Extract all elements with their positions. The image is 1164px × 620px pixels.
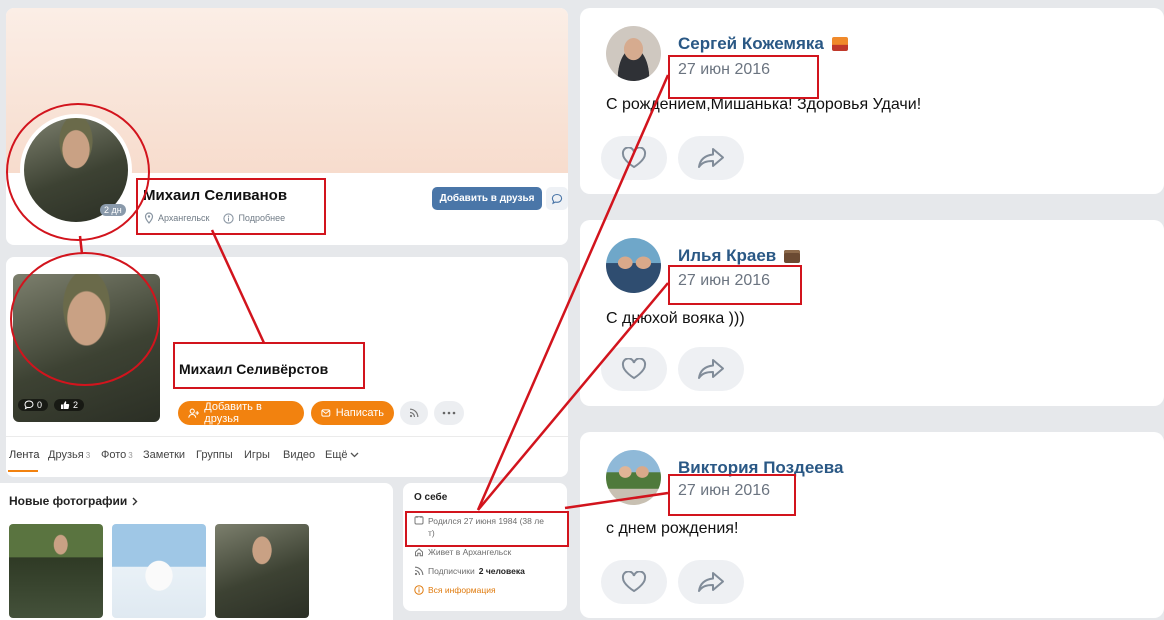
new-photos-title[interactable]: Новые фотографии — [9, 494, 138, 508]
like-button[interactable] — [601, 347, 667, 391]
about-subscribers[interactable]: Подписчики 2 человека — [414, 566, 525, 576]
heart-icon — [621, 147, 647, 169]
tab-photos[interactable]: Фото 3 — [101, 449, 133, 461]
photo-thumb-3[interactable] — [215, 524, 309, 618]
comment-author-name[interactable]: Сергей Кожемяка — [678, 34, 848, 54]
annotation-box-date-3 — [668, 474, 796, 516]
ok-avatar-stats: 0 2 — [18, 399, 85, 411]
about-lives-text: Живет в Архангельск — [428, 547, 512, 557]
ok-likes-count: 2 — [73, 400, 79, 410]
about-all-info-text: Вся информация — [428, 585, 496, 595]
comment-author-avatar[interactable] — [606, 238, 661, 293]
ok-comments-count: 0 — [37, 400, 43, 410]
comment-text: С днюхой вояка ))) — [606, 310, 745, 327]
comment-text: с днем рождения! — [606, 520, 739, 537]
new-photos-title-text: Новые фотографии — [9, 494, 128, 508]
tab-video-label: Видео — [283, 449, 316, 461]
chevron-right-icon — [132, 497, 138, 505]
tab-video[interactable]: Видео — [283, 449, 315, 461]
briefcase-emoji-icon — [784, 249, 801, 263]
tab-groups-label: Группы — [196, 449, 233, 461]
share-button[interactable] — [678, 136, 744, 180]
tab-notes-label: Заметки — [143, 449, 186, 461]
about-subscribers-value: 2 человека — [478, 566, 525, 576]
annotation-box-vk-name — [136, 178, 326, 235]
share-button[interactable] — [678, 347, 744, 391]
share-arrow-icon — [698, 572, 724, 592]
comment-author-name-text: Сергей Кожемяка — [678, 34, 824, 53]
tab-photos-label: Фото — [101, 449, 127, 461]
tab-friends-count: 3 — [85, 451, 91, 460]
comment-author-avatar[interactable] — [606, 450, 661, 505]
vk-add-friend-button[interactable]: Добавить в друзья — [432, 187, 542, 210]
comment-author-name[interactable]: Илья Краев — [678, 246, 801, 266]
vk-message-button[interactable] — [546, 187, 568, 210]
heart-icon — [621, 571, 647, 593]
about-all-info-link[interactable]: Вся информация — [414, 585, 496, 595]
message-bubble-icon — [551, 193, 563, 204]
info-icon — [414, 585, 424, 595]
rss-icon — [409, 408, 419, 418]
annotation-circle-ok-avatar — [10, 252, 160, 386]
ok-write-label: Написать — [335, 407, 384, 419]
annotation-box-date-2 — [668, 265, 802, 305]
envelope-icon — [321, 409, 331, 417]
share-button[interactable] — [678, 560, 744, 604]
thumbs-up-icon — [61, 401, 70, 409]
tab-lenta[interactable]: Лента — [9, 449, 39, 461]
ok-add-friend-label: Добавить в друзья — [204, 401, 262, 425]
tab-notes[interactable]: Заметки — [143, 449, 185, 461]
photo-thumb-2[interactable] — [112, 524, 206, 618]
ok-more-button[interactable] — [434, 401, 464, 425]
about-lives: Живет в Архангельск — [414, 547, 511, 557]
tab-groups[interactable]: Группы — [196, 449, 233, 461]
ok-write-button[interactable]: Написать — [311, 401, 394, 425]
ok-likes-chip[interactable]: 2 — [54, 399, 85, 411]
heart-icon — [621, 358, 647, 380]
like-button[interactable] — [601, 560, 667, 604]
add-person-icon — [188, 408, 200, 418]
chevron-down-icon — [350, 452, 358, 458]
tab-more-label: Ещё — [325, 449, 348, 461]
annotation-box-date-1 — [668, 55, 819, 99]
more-dots-icon — [442, 411, 456, 415]
ok-comments-chip[interactable]: 0 — [18, 399, 49, 411]
ok-divider — [6, 436, 568, 437]
tab-friends[interactable]: Друзья 3 — [48, 449, 90, 461]
tab-photos-count: 3 — [128, 451, 133, 460]
tab-lenta-underline — [8, 470, 38, 472]
comment-icon — [24, 400, 34, 410]
comment-author-name-text: Илья Краев — [678, 246, 777, 265]
about-title: О себе — [414, 492, 448, 503]
ok-subscribe-button[interactable] — [400, 401, 428, 425]
photo-thumb-1[interactable] — [9, 524, 103, 618]
comment-author-avatar[interactable] — [606, 26, 661, 81]
about-subscribers-label: Подписчики — [428, 566, 475, 576]
annotation-box-ok-name — [173, 342, 365, 389]
tab-games-label: Игры — [244, 449, 270, 461]
home-icon — [415, 548, 423, 557]
tab-more[interactable]: Ещё — [325, 449, 359, 461]
share-arrow-icon — [698, 148, 724, 168]
like-button[interactable] — [601, 136, 667, 180]
tab-friends-label: Друзья — [48, 449, 84, 461]
rss-icon — [414, 566, 424, 576]
annotation-box-birthdate — [405, 511, 569, 547]
ok-add-friend-button[interactable]: Добавить в друзья — [178, 401, 304, 425]
tab-lenta-label: Лента — [9, 449, 40, 461]
sunset-emoji-icon — [831, 37, 848, 51]
annotation-circle-vk-avatar — [6, 103, 150, 241]
tab-games[interactable]: Игры — [244, 449, 270, 461]
share-arrow-icon — [698, 359, 724, 379]
